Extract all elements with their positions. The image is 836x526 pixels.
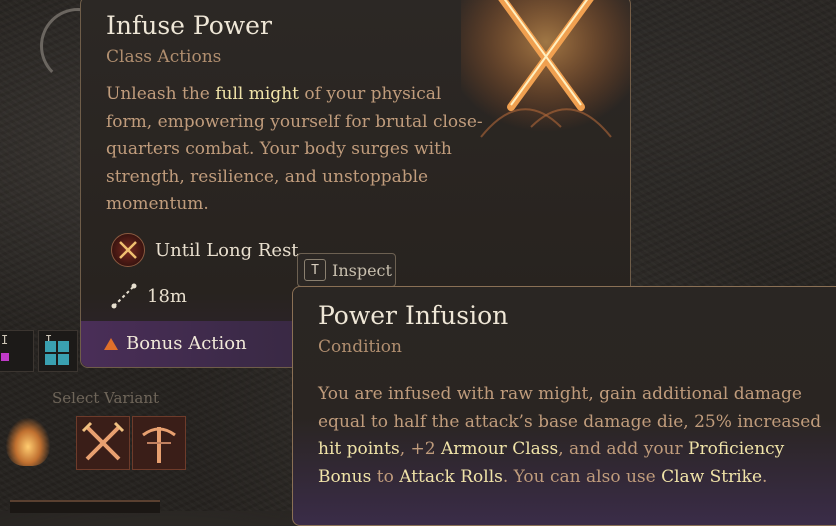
- description-text: , and add your: [558, 439, 689, 459]
- condition-subtitle: Condition: [318, 337, 402, 357]
- description-text: , +2: [399, 439, 441, 459]
- description-text: Unleash the: [106, 84, 216, 104]
- condition-description: You are infused with raw might, gain add…: [318, 381, 836, 491]
- description-text: to: [371, 466, 400, 487]
- hotbar-slot[interactable]: I: [38, 330, 78, 372]
- inspect-label: Inspect: [332, 260, 392, 280]
- keyword-link[interactable]: Claw Strike: [661, 467, 762, 487]
- purple-gem-icon: [1, 353, 9, 361]
- description-text: .: [762, 466, 768, 487]
- grid-icon: [45, 341, 69, 365]
- inspect-button[interactable]: T Inspect: [297, 253, 396, 287]
- range-label: 18m: [147, 285, 187, 307]
- power-infusion-tooltip: Power Infusion Condition You are infused…: [292, 286, 836, 526]
- bottom-bar-edge: [10, 500, 160, 513]
- range-row: 18m: [111, 283, 187, 309]
- variant-slot-crossed-swords[interactable]: [76, 416, 130, 470]
- duration-label: Until Long Rest: [155, 239, 299, 261]
- flame-icon[interactable]: [6, 418, 50, 466]
- triangle-icon: [104, 337, 118, 350]
- crossed-swords-art-icon: [461, 0, 631, 147]
- tooltip-title: Infuse Power: [106, 11, 272, 40]
- keyword-link[interactable]: hit points: [318, 439, 400, 459]
- hotbar-slot[interactable]: I: [0, 330, 34, 372]
- condition-title: Power Infusion: [318, 301, 509, 330]
- keyword-link[interactable]: Armour Class: [441, 439, 558, 459]
- crossbow-icon: [142, 427, 176, 463]
- action-cost: Bonus Action: [104, 333, 247, 354]
- crossed-swords-icon: [81, 421, 125, 461]
- hotkey-label: I: [1, 333, 9, 347]
- description-text: You are infused with raw might, gain add…: [318, 384, 822, 432]
- keyword-link[interactable]: Attack Rolls: [399, 467, 503, 487]
- hotbar: I I: [0, 330, 90, 372]
- range-icon: [111, 283, 137, 309]
- action-cost-label: Bonus Action: [126, 333, 247, 354]
- description-highlight: full might: [215, 84, 299, 104]
- tooltip-description: Unleash the full might of your physical …: [106, 81, 486, 219]
- select-variant-label: Select Variant: [52, 389, 160, 407]
- tooltip-subtitle: Class Actions: [106, 47, 222, 67]
- description-text: . You can also use: [502, 466, 662, 487]
- crossed-swords-icon: [111, 233, 145, 267]
- inspect-hotkey: T: [304, 259, 326, 281]
- duration-row: Until Long Rest: [111, 233, 299, 267]
- variant-slot-crossbow[interactable]: [132, 416, 186, 470]
